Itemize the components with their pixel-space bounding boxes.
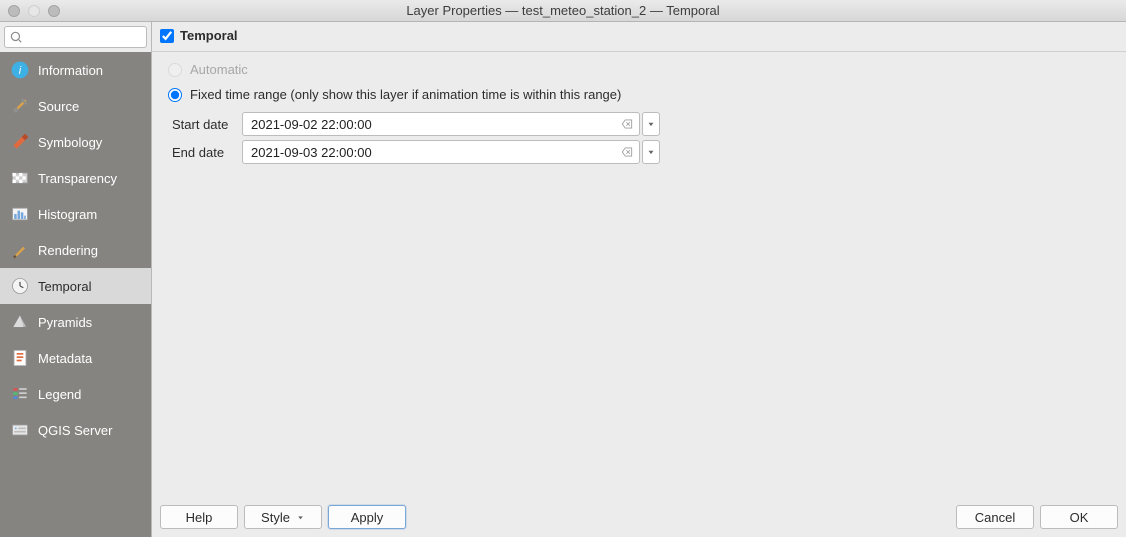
- apply-button[interactable]: Apply: [328, 505, 406, 529]
- sidebar-item-symbology[interactable]: Symbology: [0, 124, 151, 160]
- sidebar-item-transparency[interactable]: Transparency: [0, 160, 151, 196]
- search-icon: [9, 30, 23, 44]
- sidebar-item-qgis-server[interactable]: QGIS Server: [0, 412, 151, 448]
- sidebar-item-label: Source: [38, 99, 79, 114]
- sidebar-item-label: Rendering: [38, 243, 98, 258]
- sidebar-item-label: Temporal: [38, 279, 91, 294]
- symbology-icon: [10, 132, 30, 152]
- window-title: Layer Properties — test_meteo_station_2 …: [0, 3, 1126, 18]
- footer: Help Style Apply Cancel OK: [152, 499, 1126, 537]
- sidebar-item-metadata[interactable]: Metadata: [0, 340, 151, 376]
- end-date-row: End date: [168, 140, 1110, 164]
- start-date-input[interactable]: [242, 112, 640, 136]
- sidebar-item-rendering[interactable]: Rendering: [0, 232, 151, 268]
- sidebar-item-label: Pyramids: [38, 315, 92, 330]
- ok-button[interactable]: OK: [1040, 505, 1118, 529]
- clear-start-date-icon[interactable]: [618, 112, 636, 136]
- minimize-window-button[interactable]: [28, 5, 40, 17]
- end-date-label: End date: [168, 145, 232, 160]
- end-date-input[interactable]: [242, 140, 640, 164]
- style-button[interactable]: Style: [244, 505, 322, 529]
- sidebar-item-label: Information: [38, 63, 103, 78]
- start-date-dropdown-button[interactable]: [642, 112, 660, 136]
- rendering-icon: [10, 240, 30, 260]
- fixed-range-option[interactable]: Fixed time range (only show this layer i…: [168, 87, 1110, 102]
- server-icon: [10, 420, 30, 440]
- sidebar-item-label: Legend: [38, 387, 81, 402]
- cancel-button[interactable]: Cancel: [956, 505, 1034, 529]
- help-button[interactable]: Help: [160, 505, 238, 529]
- sidebar-item-label: Histogram: [38, 207, 97, 222]
- sidebar: i Information Source Symbology: [0, 22, 152, 537]
- clock-icon: [10, 276, 30, 296]
- automatic-label: Automatic: [190, 62, 248, 77]
- info-icon: i: [10, 60, 30, 80]
- sidebar-item-histogram[interactable]: Histogram: [0, 196, 151, 232]
- sidebar-item-label: Transparency: [38, 171, 117, 186]
- end-date-dropdown-button[interactable]: [642, 140, 660, 164]
- temporal-enable-checkbox[interactable]: [160, 29, 174, 43]
- sidebar-search: [4, 26, 147, 48]
- sidebar-item-source[interactable]: Source: [0, 88, 151, 124]
- sidebar-item-temporal[interactable]: Temporal: [0, 268, 151, 304]
- fixed-range-label: Fixed time range (only show this layer i…: [190, 87, 621, 102]
- panel-header: Temporal: [152, 22, 1126, 52]
- main-panel: Temporal Automatic Fixed time range (onl…: [152, 22, 1126, 537]
- panel-title: Temporal: [180, 28, 238, 43]
- search-input[interactable]: [4, 26, 147, 48]
- clear-end-date-icon[interactable]: [618, 140, 636, 164]
- sidebar-item-label: Symbology: [38, 135, 102, 150]
- sidebar-item-label: Metadata: [38, 351, 92, 366]
- sidebar-item-label: QGIS Server: [38, 423, 112, 438]
- sidebar-item-legend[interactable]: Legend: [0, 376, 151, 412]
- metadata-icon: [10, 348, 30, 368]
- histogram-icon: [10, 204, 30, 224]
- sidebar-item-information[interactable]: i Information: [0, 52, 151, 88]
- automatic-option: Automatic: [168, 62, 1110, 77]
- titlebar: Layer Properties — test_meteo_station_2 …: [0, 0, 1126, 22]
- start-date-row: Start date: [168, 112, 1110, 136]
- maximize-window-button[interactable]: [48, 5, 60, 17]
- source-icon: [10, 96, 30, 116]
- sidebar-item-pyramids[interactable]: Pyramids: [0, 304, 151, 340]
- legend-icon: [10, 384, 30, 404]
- chevron-down-icon: [296, 513, 305, 522]
- transparency-icon: [10, 168, 30, 188]
- start-date-label: Start date: [168, 117, 232, 132]
- automatic-radio: [168, 63, 182, 77]
- fixed-range-radio[interactable]: [168, 88, 182, 102]
- sidebar-nav: i Information Source Symbology: [0, 52, 151, 537]
- close-window-button[interactable]: [8, 5, 20, 17]
- window-controls: [8, 5, 60, 17]
- pyramids-icon: [10, 312, 30, 332]
- panel-content: Automatic Fixed time range (only show th…: [152, 52, 1126, 499]
